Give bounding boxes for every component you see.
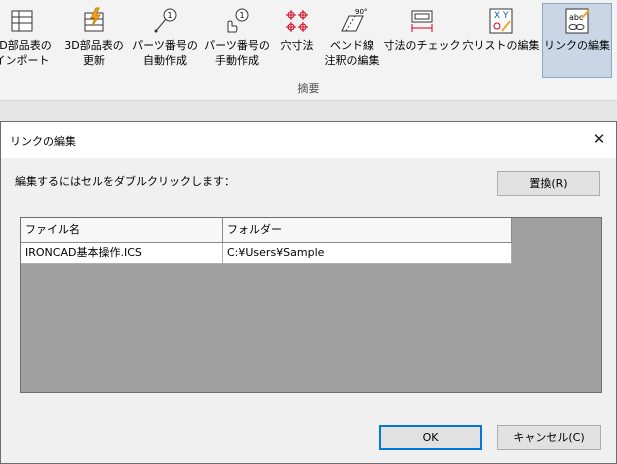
svg-text:1: 1 <box>239 11 244 20</box>
link-edit-icon: abc <box>565 8 590 34</box>
bend-line-note-button[interactable]: 90° ベンド線注釈の編集 <box>320 4 384 76</box>
dimension-check-button[interactable]: 寸法のチェック <box>383 4 461 76</box>
instruction-text: 編集するにはセルをダブルクリックします： <box>15 175 235 188</box>
hole-list-edit-button[interactable]: X Y 穴リストの編集 <box>461 4 541 76</box>
auto-part-number-label-1: パーツ番号の <box>132 39 198 52</box>
bend-line-label-2: 注釈の編集 <box>324 54 380 67</box>
column-header-filename[interactable]: ファイル名 <box>21 218 223 243</box>
import-bom-label-2: インポート <box>0 54 50 67</box>
table-update-icon <box>84 7 104 32</box>
svg-text:Y: Y <box>502 11 509 21</box>
dimension-check-label: 寸法のチェック <box>383 39 461 52</box>
svg-text:90°: 90° <box>355 8 367 16</box>
ribbon: 3D部品表のインポート 3D部品表の更新 1 パーツ番号の自動作成 1 パーツ番… <box>0 0 617 101</box>
auto-part-number-label-2: 自動作成 <box>143 54 187 67</box>
update-bom-label-1: 3D部品表の <box>64 39 124 52</box>
svg-text:1: 1 <box>167 11 172 20</box>
cell-filename[interactable]: IRONCAD基本操作.ICS <box>21 243 223 264</box>
svg-text:abc: abc <box>569 13 583 22</box>
hole-list-icon: X Y <box>489 8 513 34</box>
ok-button[interactable]: OK <box>379 425 482 450</box>
balloon-auto-icon: 1 <box>154 8 177 33</box>
link-grid: ファイル名 フォルダー IRONCAD基本操作.ICS C:¥Users¥Sam… <box>20 217 602 393</box>
bend-line-icon: 90° <box>341 8 367 32</box>
hole-dimension-button[interactable]: 穴寸法 <box>274 4 320 76</box>
balloon-manual-icon: 1 <box>227 8 249 33</box>
replace-button[interactable]: 置換(R) <box>497 171 600 196</box>
hole-dimension-label: 穴寸法 <box>280 39 314 52</box>
auto-part-number-button[interactable]: 1 パーツ番号の 自動作成 <box>130 4 200 76</box>
manual-part-number-label-2: 手動作成 <box>215 54 259 67</box>
hole-list-label: 穴リストの編集 <box>462 39 540 52</box>
workspace-background <box>0 101 617 121</box>
update-bom-button[interactable]: 3D部品表の 更新 <box>60 4 128 76</box>
close-icon[interactable]: ✕ <box>590 130 608 148</box>
manual-part-number-button[interactable]: 1 パーツ番号の 手動作成 <box>201 4 273 76</box>
table-import-icon <box>11 10 33 32</box>
manual-part-number-label-1: パーツ番号の <box>204 39 270 52</box>
ribbon-group-label: 摘要 <box>297 82 320 95</box>
import-bom-button[interactable]: 3D部品表のインポート <box>0 4 58 76</box>
link-edit-button[interactable]: abc リンクの編集 <box>542 3 612 78</box>
column-header-folder[interactable]: フォルダー <box>223 218 512 243</box>
cancel-button[interactable]: キャンセル(C) <box>497 425 601 450</box>
update-bom-label-2: 更新 <box>83 54 105 67</box>
svg-text:X: X <box>494 11 500 21</box>
dimension-check-icon <box>411 10 433 32</box>
import-bom-label-1: 3D部品表の <box>0 39 52 52</box>
link-edit-dialog: リンクの編集 ✕ 編集するにはセルをダブルクリックします： 置換(R) ファイル… <box>0 121 617 464</box>
link-edit-label: リンクの編集 <box>544 39 610 52</box>
bend-line-label-1: ベンド線 <box>330 39 374 52</box>
dialog-titlebar[interactable]: リンクの編集 ✕ <box>1 122 616 158</box>
dialog-title: リンクの編集 <box>10 135 76 148</box>
cell-folder[interactable]: C:¥Users¥Sample <box>223 243 512 264</box>
hole-dimension-icon <box>286 10 308 32</box>
